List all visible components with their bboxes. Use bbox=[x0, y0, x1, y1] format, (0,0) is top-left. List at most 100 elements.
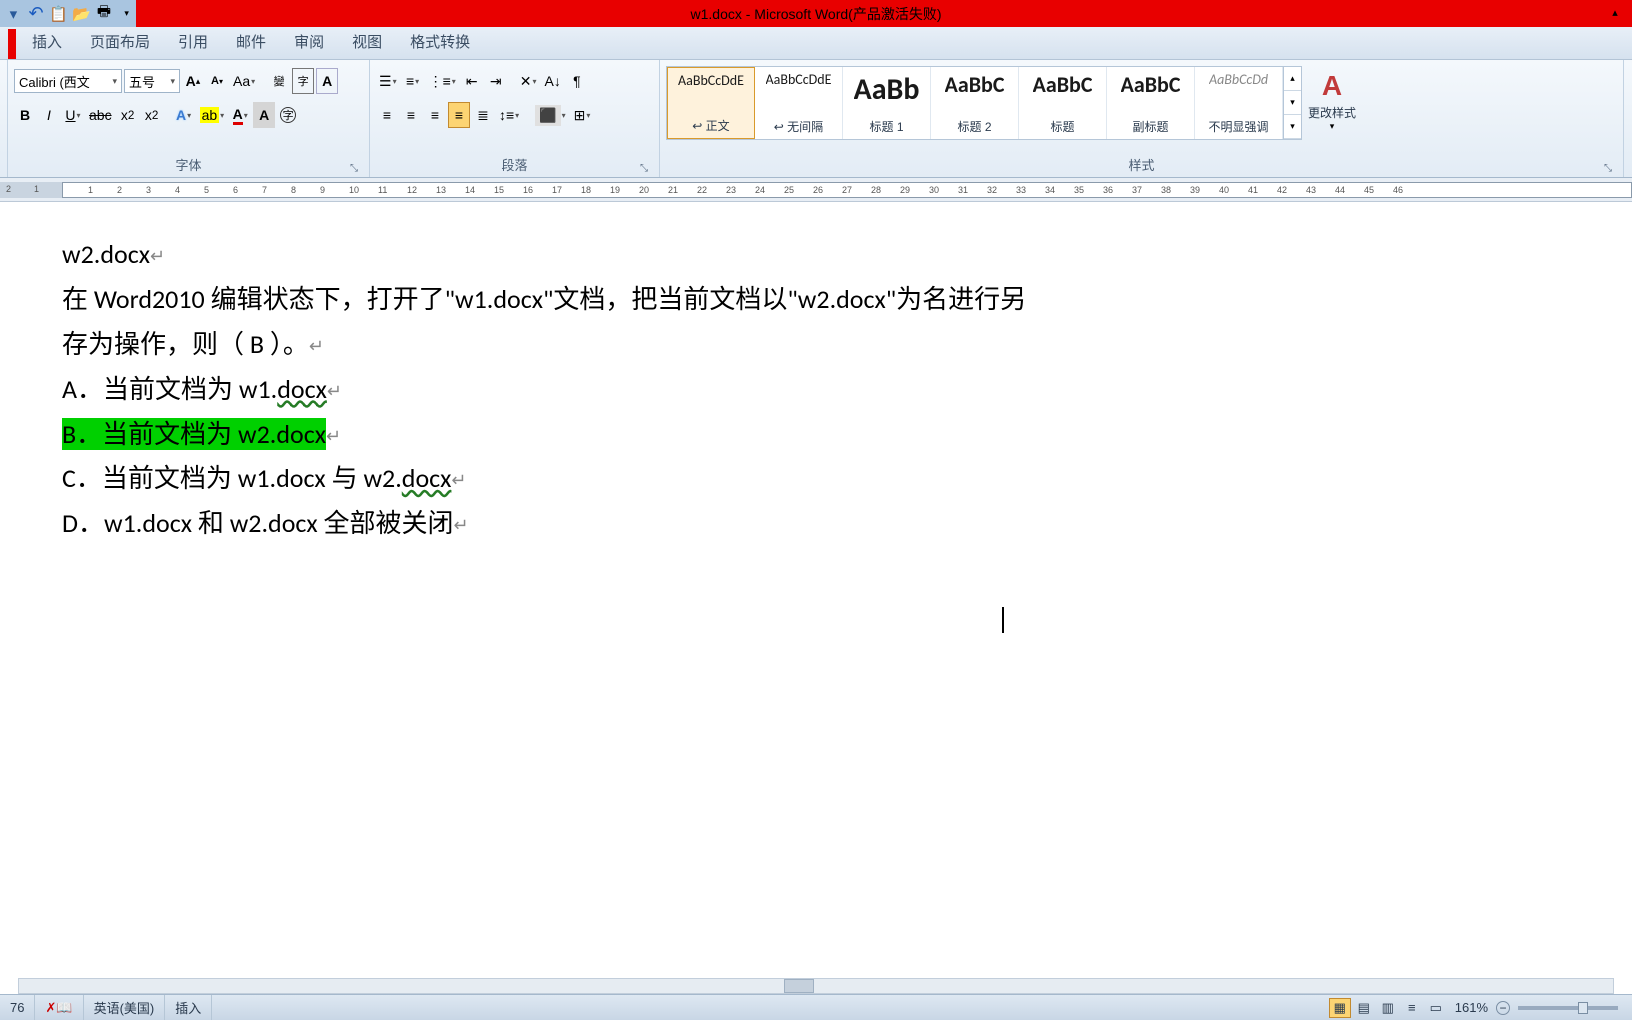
increase-indent-button[interactable]: ⇥ bbox=[485, 68, 507, 94]
proofing-status-icon[interactable]: ✗📖 bbox=[35, 995, 83, 1020]
grow-font-button[interactable]: A▴ bbox=[182, 68, 204, 94]
redo-icon[interactable]: 📋 bbox=[49, 3, 68, 25]
style-no-spacing[interactable]: AaBbCcDdE ↩ 无间隔 bbox=[755, 67, 843, 139]
style-subtle-emphasis[interactable]: AaBbCcDd 不明显强调 bbox=[1195, 67, 1283, 139]
shrink-font-button[interactable]: A▾ bbox=[206, 68, 228, 94]
underline-button[interactable]: U▾ bbox=[62, 102, 84, 128]
styles-dialog-launcher-icon[interactable]: ⤡ bbox=[1601, 161, 1615, 175]
qat-dropdown-icon[interactable]: ▾ bbox=[4, 3, 23, 25]
font-name-combo[interactable]: Calibri (西文 ▾ bbox=[14, 69, 122, 93]
font-size-value: 五号 bbox=[129, 72, 155, 91]
gallery-expand-icon[interactable]: ▾ bbox=[1284, 115, 1301, 139]
superscript-button[interactable]: x2 bbox=[141, 102, 163, 128]
gallery-scroll: ▴ ▾ ▾ bbox=[1283, 67, 1301, 139]
zoom-level[interactable]: 161% bbox=[1455, 1000, 1488, 1015]
highlight-button[interactable]: ab▾ bbox=[197, 102, 228, 128]
gallery-down-icon[interactable]: ▾ bbox=[1284, 91, 1301, 115]
ribbon-tab-strip: 插入 页面布局 引用 邮件 审阅 视图 格式转换 bbox=[0, 27, 1632, 60]
quick-access-toolbar: ▾ 📋 🖶 ▾ bbox=[0, 0, 136, 27]
horizontal-ruler[interactable]: 2 1 123456789101112131415161718192021222… bbox=[0, 178, 1632, 202]
enclose-char-button[interactable]: 字 bbox=[277, 102, 299, 128]
page-number-status[interactable]: 76 bbox=[0, 995, 35, 1020]
doc-line: A．当前文档为 w1.docx↵ bbox=[62, 368, 1570, 411]
paragraph-dialog-launcher-icon[interactable]: ⤡ bbox=[637, 161, 651, 175]
status-bar: 76 ✗📖 英语(美国) 插入 ▦ ▤ ▥ ≡ ▭ 161% − bbox=[0, 994, 1632, 1020]
justify-button[interactable]: ≡ bbox=[448, 102, 470, 128]
bullets-button[interactable]: ☰▾ bbox=[376, 68, 400, 94]
zoom-slider[interactable] bbox=[1518, 1006, 1618, 1010]
font-color-button[interactable]: A▾ bbox=[229, 102, 251, 128]
chevron-down-icon: ▾ bbox=[1330, 121, 1335, 132]
doc-line: 在 Word2010 编辑状态下，打开了"w1.docx"文档，把当前文档以"w… bbox=[62, 278, 1570, 321]
align-center-button[interactable]: ≡ bbox=[400, 102, 422, 128]
window-title: w1.docx - Microsoft Word(产品激活失败) bbox=[691, 4, 942, 24]
web-view-button[interactable]: ▥ bbox=[1377, 998, 1399, 1018]
decrease-indent-button[interactable]: ⇤ bbox=[461, 68, 483, 94]
zoom-slider-thumb[interactable] bbox=[1578, 1002, 1588, 1014]
tab-mailings[interactable]: 邮件 bbox=[222, 24, 280, 59]
fullscreen-view-button[interactable]: ▤ bbox=[1353, 998, 1375, 1018]
ribbon: Calibri (西文 ▾ 五号 ▾ A▴ A▾ Aa▾ 變 字 A B I U… bbox=[0, 60, 1632, 178]
multilevel-button[interactable]: ⋮≡▾ bbox=[426, 68, 459, 94]
doc-line-highlighted: B．当前文档为 w2.docx↵ bbox=[62, 413, 1570, 456]
shading-button[interactable]: ⬛▾ bbox=[532, 102, 568, 128]
phonetic-guide-button[interactable]: 變 bbox=[268, 68, 290, 94]
align-right-button[interactable]: ≡ bbox=[424, 102, 446, 128]
tab-insert[interactable]: 插入 bbox=[18, 24, 76, 59]
font-group-label: 字体 ⤡ bbox=[14, 152, 363, 177]
insert-mode-status[interactable]: 插入 bbox=[165, 995, 212, 1020]
save-all-icon[interactable]: 🖶 bbox=[95, 3, 114, 25]
bold-button[interactable]: B bbox=[14, 102, 36, 128]
outline-view-button[interactable]: ≡ bbox=[1401, 998, 1423, 1018]
font-group: Calibri (西文 ▾ 五号 ▾ A▴ A▾ Aa▾ 變 字 A B I U… bbox=[8, 60, 370, 177]
open-icon[interactable] bbox=[72, 3, 91, 25]
font-size-combo[interactable]: 五号 ▾ bbox=[124, 69, 180, 93]
styles-group: AaBbCcDdE ↩ 正文 AaBbCcDdE ↩ 无间隔 AaBb 标题 1… bbox=[660, 60, 1624, 177]
asian-layout-button[interactable]: ✕▾ bbox=[517, 68, 540, 94]
scrollbar-thumb[interactable] bbox=[784, 979, 814, 993]
change-case-button[interactable]: Aa▾ bbox=[230, 68, 258, 94]
style-heading1[interactable]: AaBb 标题 1 bbox=[843, 67, 931, 139]
gallery-up-icon[interactable]: ▴ bbox=[1284, 67, 1301, 91]
tab-references[interactable]: 引用 bbox=[164, 24, 222, 59]
style-title[interactable]: AaBbC 标题 bbox=[1019, 67, 1107, 139]
line-spacing-button[interactable]: ↕≡▾ bbox=[496, 102, 522, 128]
styles-gallery: AaBbCcDdE ↩ 正文 AaBbCcDdE ↩ 无间隔 AaBb 标题 1… bbox=[666, 66, 1302, 140]
undo-icon[interactable] bbox=[27, 3, 46, 25]
align-left-button[interactable]: ≡ bbox=[376, 102, 398, 128]
change-styles-icon: A bbox=[1322, 70, 1342, 102]
tab-format-convert[interactable]: 格式转换 bbox=[396, 24, 484, 59]
change-styles-button[interactable]: A 更改样式 ▾ bbox=[1302, 66, 1362, 136]
document-area[interactable]: w2.docx↵ 在 Word2010 编辑状态下，打开了"w1.docx"文档… bbox=[0, 203, 1632, 988]
draft-view-button[interactable]: ▭ bbox=[1425, 998, 1447, 1018]
style-normal[interactable]: AaBbCcDdE ↩ 正文 bbox=[667, 67, 755, 139]
zoom-out-button[interactable]: − bbox=[1496, 1001, 1510, 1015]
char-shading-button[interactable]: A bbox=[253, 102, 275, 128]
subscript-button[interactable]: x2 bbox=[117, 102, 139, 128]
page-content[interactable]: w2.docx↵ 在 Word2010 编辑状态下，打开了"w1.docx"文档… bbox=[0, 221, 1632, 633]
italic-button[interactable]: I bbox=[38, 102, 60, 128]
ribbon-min-icon[interactable]: ▴ bbox=[1600, 1, 1630, 23]
file-tab-edge[interactable] bbox=[8, 29, 16, 59]
borders-button[interactable]: ⊞▾ bbox=[571, 102, 594, 128]
style-subtitle[interactable]: AaBbC 副标题 bbox=[1107, 67, 1195, 139]
sort-button[interactable]: A↓ bbox=[542, 68, 564, 94]
font-dialog-launcher-icon[interactable]: ⤡ bbox=[347, 161, 361, 175]
tab-view[interactable]: 视图 bbox=[338, 24, 396, 59]
char-border-button[interactable]: 字 bbox=[292, 68, 314, 94]
numbering-button[interactable]: ≡▾ bbox=[402, 68, 424, 94]
show-marks-button[interactable]: ¶ bbox=[566, 68, 588, 94]
print-layout-view-button[interactable]: ▦ bbox=[1329, 998, 1351, 1018]
tab-review[interactable]: 审阅 bbox=[280, 24, 338, 59]
horizontal-scrollbar[interactable] bbox=[18, 978, 1614, 994]
paragraph-group: ☰▾ ≡▾ ⋮≡▾ ⇤ ⇥ ✕▾ A↓ ¶ ≡ ≡ ≡ ≡ ≣ ↕≡▾ ⬛▾ ⊞… bbox=[370, 60, 660, 177]
tab-page-layout[interactable]: 页面布局 bbox=[76, 24, 164, 59]
qat-more-icon[interactable]: ▾ bbox=[117, 3, 136, 25]
clear-format-button[interactable]: A bbox=[316, 68, 338, 94]
style-heading2[interactable]: AaBbC 标题 2 bbox=[931, 67, 1019, 139]
text-effects-button[interactable]: A▾ bbox=[173, 102, 195, 128]
language-status[interactable]: 英语(美国) bbox=[84, 995, 166, 1020]
distribute-button[interactable]: ≣ bbox=[472, 102, 494, 128]
strikethrough-button[interactable]: abc bbox=[86, 102, 115, 128]
doc-line: D．w1.docx 和 w2.docx 全部被关闭↵ bbox=[62, 502, 1570, 545]
